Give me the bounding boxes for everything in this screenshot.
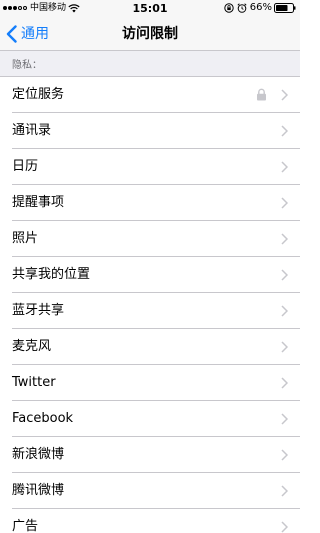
battery-icon [274,3,296,13]
item-label: 蓝牙共享 [12,303,65,318]
chevron-right-icon [281,233,288,245]
lock-icon [257,88,266,101]
chevron-right-icon [281,161,288,173]
list-item-microphone[interactable]: 麦克风 [0,329,300,365]
privacy-list: 定位服务 通讯录 日历 提醒事项 照片 共享我的位置 蓝牙共享 麦克风 Twit… [0,77,300,533]
section-label: 隐私： [12,60,42,71]
item-label: 日历 [12,159,39,174]
list-item-facebook[interactable]: Facebook [0,401,300,437]
item-label: Twitter [12,375,56,390]
item-label: 共享我的位置 [12,267,91,282]
item-label: 新浪微博 [12,447,65,462]
list-item-reminders[interactable]: 提醒事项 [0,185,300,221]
item-label: 定位服务 [12,87,65,102]
chevron-right-icon [281,341,288,353]
chevron-right-icon [281,269,288,281]
list-item-location-services[interactable]: 定位服务 [0,77,300,113]
item-label: Facebook [12,411,74,426]
list-item-calendars[interactable]: 日历 [0,149,300,185]
chevron-right-icon [281,305,288,317]
list-item-contacts[interactable]: 通讯录 [0,113,300,149]
item-label: 通讯录 [12,123,52,138]
page-title: 访问限制 [122,26,178,42]
chevron-right-icon [281,521,288,533]
item-label: 麦克风 [12,339,52,354]
alarm-icon [237,3,247,13]
section-header: 隐私： [0,51,300,77]
chevron-right-icon [281,449,288,461]
chevron-right-icon [281,485,288,497]
navigation-bar: 通用 访问限制 [0,17,300,51]
chevron-right-icon [281,89,288,101]
item-label: 照片 [12,231,39,246]
list-item-sina-weibo[interactable]: 新浪微博 [0,437,300,473]
list-item-share-my-location[interactable]: 共享我的位置 [0,257,300,293]
item-label: 腾讯微博 [12,483,65,498]
status-bar: 中国移动 15:01 66% [0,0,300,17]
list-item-tencent-weibo[interactable]: 腾讯微博 [0,473,300,509]
chevron-right-icon [281,377,288,389]
chevron-right-icon [281,125,288,137]
chevron-right-icon [281,197,288,209]
rotation-lock-icon [224,3,234,13]
item-label: 广告 [12,519,39,533]
list-item-photos[interactable]: 照片 [0,221,300,257]
status-right: 66% [224,3,296,13]
list-item-advertising[interactable]: 广告 [0,509,300,533]
battery-percentage: 66% [249,2,272,13]
item-label: 提醒事项 [12,195,65,210]
chevron-right-icon [281,413,288,425]
list-item-bluetooth-sharing[interactable]: 蓝牙共享 [0,293,300,329]
list-item-twitter[interactable]: Twitter [0,365,300,401]
